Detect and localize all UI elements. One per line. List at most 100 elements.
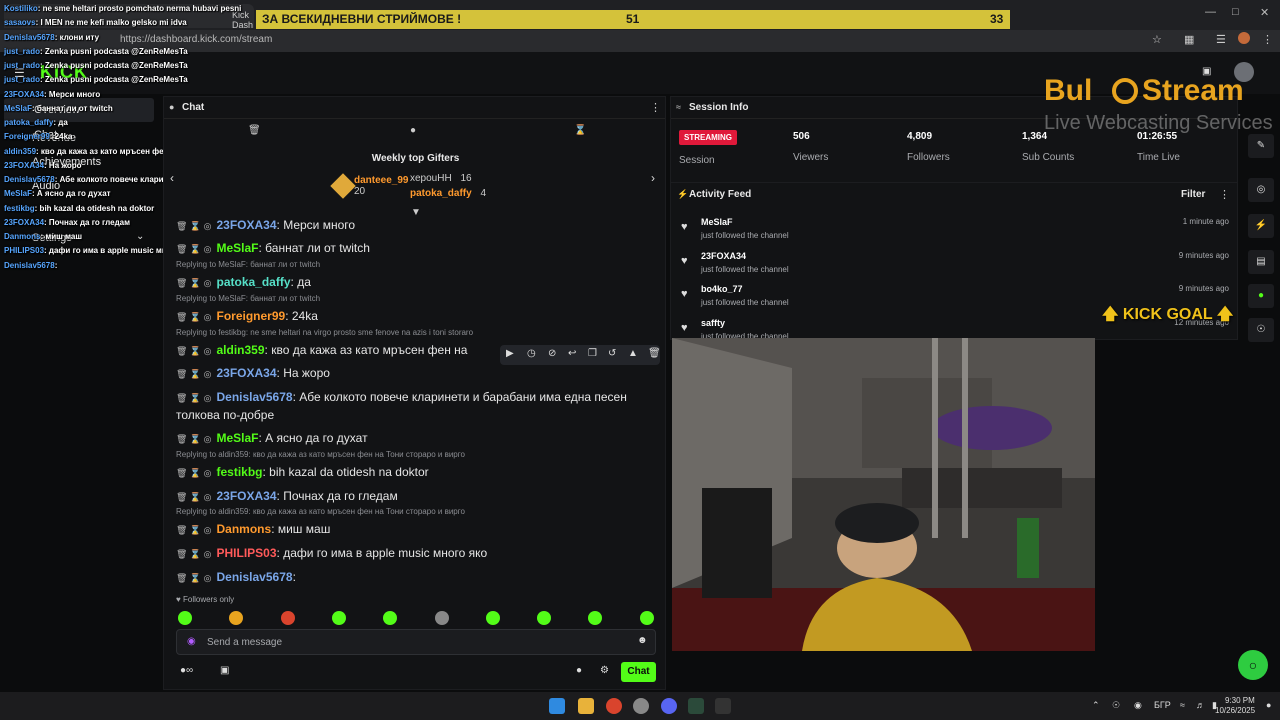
reply-context[interactable]: Replying to MeSlaF: баннат ли от twitch (176, 260, 320, 269)
chat-message[interactable]: 🗑 ⌛ ◎ PHILIPS03: дафи го има в apple musi… (176, 545, 660, 563)
moderation-icons[interactable]: 🗑 ⌛ ◎ (176, 312, 212, 322)
close-icon[interactable]: ✕ (1260, 6, 1269, 19)
chevron-right-icon[interactable]: › (651, 171, 655, 185)
terminal-taskbar-icon[interactable] (715, 698, 731, 714)
network-icon[interactable]: ☉ (1112, 700, 1120, 711)
target-icon[interactable]: ◎ (1248, 178, 1274, 202)
obs-taskbar-icon[interactable] (633, 698, 649, 714)
mute-icon[interactable]: ⊘ (548, 348, 556, 359)
bolt-dock-icon[interactable]: ⚡ (1248, 214, 1274, 238)
reply-context[interactable]: Replying to festikbg: ne sme heltari na … (176, 328, 473, 337)
chat-message[interactable]: 🗑 ⌛ ◎ 23FOXA34: Мерси много (176, 217, 660, 235)
gifter-2[interactable]: xepouHH 16 (410, 173, 472, 184)
feed-username[interactable]: bo4ko_77 (701, 284, 743, 294)
play-icon[interactable]: ▶ (506, 348, 514, 359)
chat-username[interactable]: festikbg (217, 465, 263, 479)
undo-icon[interactable]: ↺ (608, 348, 616, 359)
emote-icon[interactable] (639, 611, 654, 625)
tray-chevron-icon[interactable]: ⌃ (1092, 700, 1100, 711)
chevron-left-icon[interactable]: ‹ (170, 171, 174, 185)
microphone-icon[interactable]: ◉ (187, 636, 196, 647)
chat-message[interactable]: 🗑 ⌛ ◎ Danmons: миш маш (176, 521, 660, 539)
gear-icon[interactable]: ⚙ (600, 665, 609, 676)
gifter-1[interactable]: danteee_99 20 (354, 175, 408, 197)
filter-button[interactable]: Filter (1181, 189, 1205, 200)
moderation-icons[interactable]: 🗑 ⌛ ◎ (176, 492, 212, 502)
chat-message[interactable]: 🗑 ⌛ ◎ Denislav5678: Абе колкото повече кл… (176, 389, 660, 424)
chat-username[interactable]: 23FOXA34 (217, 218, 277, 232)
chat-settings-icon[interactable]: ● (576, 665, 582, 676)
points-icon[interactable]: ●∞ (180, 665, 193, 676)
reply-icon[interactable]: ↩ (568, 348, 576, 359)
hourglass-icon[interactable]: ⌛ (574, 125, 586, 136)
emote-icon[interactable] (280, 611, 295, 625)
minimize-icon[interactable]: — (1205, 6, 1216, 18)
chat-tab-icon[interactable]: ● (410, 125, 416, 136)
moderation-icons[interactable]: 🗑 ⌛ ◎ (176, 244, 212, 254)
chat-message[interactable]: 🗑 ⌛ ◎ Denislav5678: (176, 569, 660, 587)
emoji-icon[interactable]: ☻ (637, 635, 648, 646)
moderation-icons[interactable]: 🗑 ⌛ ◎ (176, 573, 212, 583)
delete-icon[interactable]: 🗑 (648, 348, 661, 359)
mic-tray-icon[interactable]: ◉ (1134, 700, 1142, 711)
emote-icon[interactable] (485, 611, 500, 625)
document-icon[interactable]: ▤ (1248, 250, 1274, 274)
chat-message[interactable]: 🗑 ⌛ ◎ MeSlaF: баннат ли от twitch (176, 240, 660, 258)
chat-username[interactable]: patoka_daffy (217, 275, 291, 289)
clock-date[interactable]: 10/26/2025 (1215, 706, 1255, 715)
moderation-icons[interactable]: 🗑 ⌛ ◎ (176, 468, 212, 478)
bookmark-star-icon[interactable]: ☆ (1152, 33, 1162, 46)
chat-message[interactable]: 🗑 ⌛ ◎ 23FOXA34: Почнах да го гледам (176, 488, 660, 506)
emote-icon[interactable] (434, 611, 449, 625)
notification-bell-icon[interactable]: ● (1266, 700, 1271, 710)
clock-icon[interactable]: ◷ (527, 348, 536, 359)
send-chat-button[interactable]: Chat (621, 662, 656, 682)
wifi-icon[interactable]: ≈ (1180, 700, 1185, 710)
profile-avatar[interactable] (1238, 32, 1250, 44)
chat-input[interactable]: ◉ Send a message ☻ (176, 629, 656, 655)
moderation-icons[interactable]: 🗑 ⌛ ◎ (176, 434, 212, 444)
chrome-taskbar-icon[interactable] (606, 698, 622, 714)
radio-icon[interactable]: ☉ (1248, 318, 1274, 342)
reply-context[interactable]: Replying to MeSlaF: баннат ли от twitch (176, 294, 320, 303)
moderation-icons[interactable]: 🗑 ⌛ ◎ (176, 346, 212, 356)
moderation-icons[interactable]: 🗑 ⌛ ◎ (176, 549, 212, 559)
emote-icon[interactable] (331, 611, 346, 625)
support-chat-icon[interactable]: ○ (1238, 650, 1268, 680)
store-icon[interactable]: ▣ (220, 665, 229, 676)
edit-icon[interactable]: ✎ (1248, 134, 1274, 158)
chat-message[interactable]: 🗑 ⌛ ◎ patoka_daffy: да (176, 274, 660, 292)
activity-feed-item[interactable]: ♥ MeSlaF just followed the channel 1 minute… (681, 217, 1229, 247)
chat-username[interactable]: Denislav5678 (217, 570, 293, 584)
chat-message[interactable]: 🗑 ⌛ ◎ MeSlaF: А ясно да го духат (176, 430, 660, 448)
clock-time[interactable]: 9:30 PM (1225, 696, 1255, 705)
extensions-icon[interactable]: ▦ (1184, 33, 1194, 46)
chat-username[interactable]: PHILIPS03 (217, 546, 277, 560)
media-icon[interactable]: ☰ (1216, 33, 1226, 46)
emote-icon[interactable] (537, 611, 552, 625)
gifter-3[interactable]: patoka_daffy 4 (410, 188, 486, 199)
chat-menu-icon[interactable]: ⋮ (650, 101, 661, 114)
chat-username[interactable]: Danmons (217, 522, 272, 536)
moderation-icons[interactable]: 🗑 ⌛ ◎ (176, 221, 212, 231)
language-indicator[interactable]: БГР (1154, 700, 1171, 710)
feed-username[interactable]: saffty (701, 318, 725, 328)
feed-username[interactable]: 23FOXA34 (701, 251, 746, 261)
chat-dock-icon[interactable]: ● (1248, 284, 1274, 308)
start-menu-icon[interactable] (549, 698, 565, 714)
maximize-icon[interactable]: □ (1232, 6, 1239, 18)
moderation-icons[interactable]: 🗑 ⌛ ◎ (176, 369, 212, 379)
moderation-icons[interactable]: 🗑 ⌛ ◎ (176, 393, 212, 403)
file-explorer-icon[interactable] (578, 698, 594, 714)
emote-icon[interactable] (229, 611, 244, 625)
chat-username[interactable]: Foreigner99 (217, 309, 286, 323)
moderation-icons[interactable]: 🗑 ⌛ ◎ (176, 278, 212, 288)
reply-context[interactable]: Replying to aldin359: кво да кажа аз кат… (176, 507, 465, 516)
copy-icon[interactable]: ❐ (588, 348, 597, 359)
pin-icon[interactable]: ▲ (628, 348, 638, 359)
activity-feed-item[interactable]: ♥ 23FOXA34 just followed the channel 9 minu… (681, 251, 1229, 281)
feed-menu-icon[interactable]: ⋮ (1219, 188, 1230, 201)
volume-icon[interactable]: ♬ (1196, 700, 1205, 710)
chat-message[interactable]: 🗑 ⌛ ◎ 23FOXA34: На жоро (176, 365, 660, 383)
chat-message[interactable]: 🗑 ⌛ ◎ Foreigner99: 24ka (176, 308, 660, 326)
